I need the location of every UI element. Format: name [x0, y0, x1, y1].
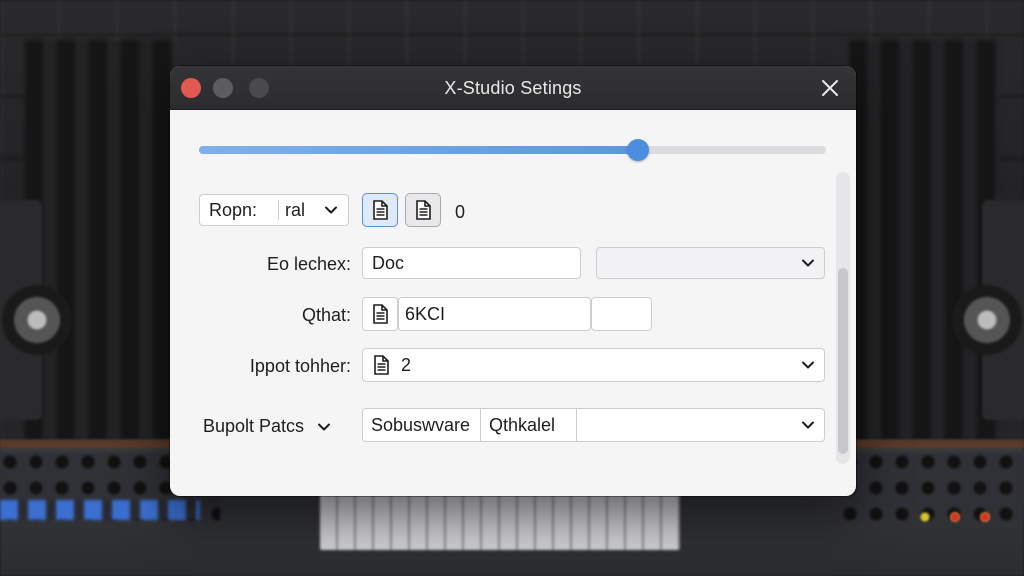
qthat-input[interactable]: 6KCI: [398, 297, 591, 331]
title-bar[interactable]: X-Studio Setings: [170, 66, 856, 110]
bupolt-label: Bupolt Patcs: [203, 416, 305, 436]
document-button-1[interactable]: [362, 193, 398, 227]
chevron-down-icon: [802, 421, 814, 429]
ropn-dropdown[interactable]: Ropn: ral: [199, 194, 349, 226]
document-button-2[interactable]: [405, 193, 441, 227]
eo-label: Eo lechex:: [266, 254, 351, 274]
keyboard: [320, 490, 680, 550]
scrollbar[interactable]: [836, 172, 850, 464]
divider: [278, 200, 279, 220]
speaker-right: [952, 200, 1024, 420]
bupolt-segment-1[interactable]: Sobuswvare: [363, 409, 481, 441]
window-title: X-Studio Setings: [444, 78, 582, 98]
ippot-label: Ippot tohher:: [249, 356, 351, 376]
chevron-down-icon: [802, 259, 814, 267]
console-faders: [0, 500, 200, 520]
close-icon[interactable]: [818, 76, 842, 100]
scrollbar-thumb[interactable]: [838, 268, 848, 454]
bupolt-toggle[interactable]: Bupolt Patcs: [203, 416, 331, 437]
acoustic-panel-left: [25, 40, 175, 440]
document-icon: [416, 200, 431, 220]
dialog-content: Ropn: ral 0 Eo lechex: Doc Qthat: 6KCI I…: [170, 110, 856, 496]
chevron-down-icon: [802, 361, 814, 369]
qthat-extra-field[interactable]: [591, 297, 652, 331]
document-icon: [373, 200, 388, 220]
acoustic-panel-right: [849, 40, 999, 440]
speaker-left: [0, 200, 72, 420]
ropn-count: 0: [455, 202, 466, 222]
settings-dialog: X-Studio Setings Ropn: ral 0 Eo lechex: …: [170, 66, 856, 496]
qthat-label: Qthat:: [301, 305, 351, 325]
slider-thumb[interactable]: [626, 139, 649, 161]
slider-fill: [199, 146, 638, 154]
volume-slider[interactable]: [199, 139, 826, 161]
ropn-value: ral: [285, 200, 306, 220]
ippot-select[interactable]: 2: [362, 348, 825, 382]
bupolt-select[interactable]: Sobuswvare Qthkalel: [362, 408, 825, 442]
document-icon: [374, 355, 389, 375]
ippot-value: 2: [401, 355, 412, 375]
chevron-down-icon: [325, 206, 337, 214]
bupolt-segment-2[interactable]: Qthkalel: [481, 409, 577, 441]
eo-input[interactable]: Doc: [362, 247, 581, 279]
console-leds-red: [950, 512, 1010, 522]
ropn-label: Ropn:: [209, 200, 258, 220]
eo-select[interactable]: [596, 247, 825, 279]
document-icon: [373, 304, 388, 324]
qthat-document-button[interactable]: [362, 297, 398, 331]
chevron-down-icon: [318, 423, 331, 431]
